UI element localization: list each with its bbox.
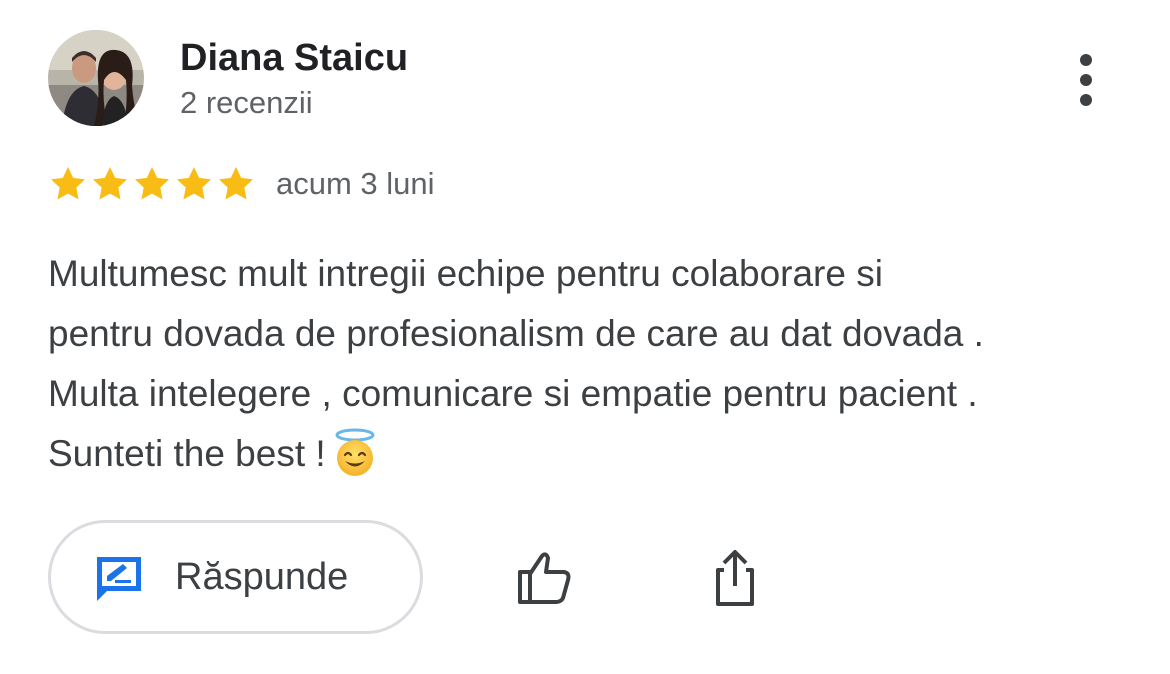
reviewer-name[interactable]: Diana Staicu: [180, 36, 408, 80]
share-button[interactable]: [702, 544, 768, 610]
share-icon: [716, 550, 754, 606]
reply-button[interactable]: Răspunde: [48, 520, 423, 634]
review-text-line-last: Sunteti the best !: [48, 424, 1148, 484]
star-icon: [177, 167, 211, 200]
review-text: Multumesc mult intregii echipe pentru co…: [48, 244, 1148, 484]
review-text-line: Multa intelegere , comunicare si empatie…: [48, 373, 978, 414]
more-vert-icon: [1080, 54, 1092, 66]
more-options-button[interactable]: [1064, 50, 1108, 110]
star-icon: [93, 167, 127, 200]
star-rating: [48, 162, 258, 206]
review-date: acum 3 luni: [276, 166, 435, 201]
like-button[interactable]: [510, 544, 576, 610]
star-icon: [219, 167, 253, 200]
thumbs-up-icon: [518, 552, 571, 604]
reply-label: Răspunde: [175, 555, 349, 598]
avatar-photo: [48, 30, 144, 126]
smiling-face-with-halo-icon: [335, 428, 375, 476]
review-text-line: pentru dovada de profesionalism de care …: [48, 313, 984, 354]
review-count: 2 recenzii: [180, 85, 313, 120]
star-icon: [135, 167, 169, 200]
avatar[interactable]: [48, 30, 144, 126]
more-vert-icon-dot: [1080, 94, 1092, 106]
review-text-line: Sunteti the best !: [48, 433, 326, 474]
review-text-line: Multumesc mult intregii echipe pentru co…: [48, 253, 883, 294]
star-icon: [51, 167, 85, 200]
more-vert-icon-dot: [1080, 74, 1092, 86]
reply-icon: [97, 557, 141, 601]
